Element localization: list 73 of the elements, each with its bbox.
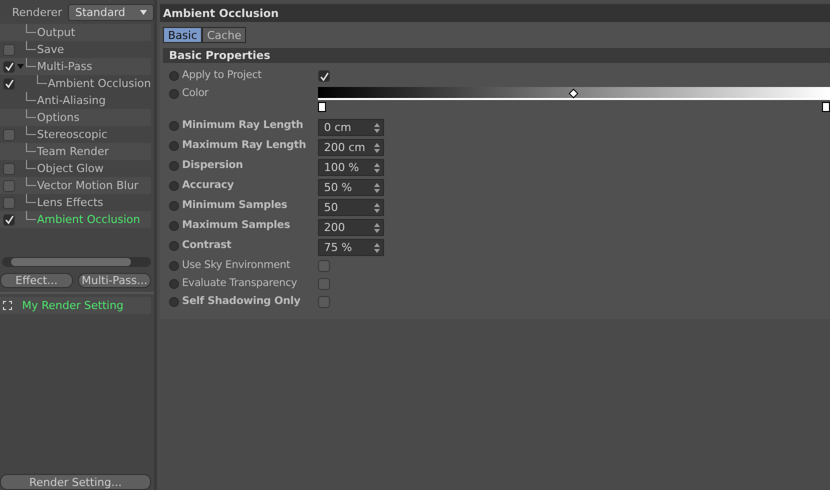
checkbox[interactable]: [3, 196, 15, 208]
number-field[interactable]: 100 %: [318, 159, 384, 176]
property-label: Maximum Ray Length: [182, 139, 307, 151]
property-label: Maximum Samples: [182, 219, 291, 231]
tree-item[interactable]: Lens Effects: [37, 196, 104, 209]
animation-dot-icon[interactable]: [169, 89, 179, 99]
animation-dot-icon[interactable]: [169, 241, 179, 251]
spinner-arrows-icon[interactable]: [374, 182, 380, 192]
animation-dot-icon[interactable]: [169, 279, 179, 289]
property-label: Use Sky Environment: [182, 259, 292, 271]
number-field[interactable]: 0 cm: [318, 119, 384, 136]
tree-item[interactable]: Output: [37, 26, 76, 39]
checkbox[interactable]: [3, 78, 15, 90]
animation-dot-icon[interactable]: [169, 161, 179, 171]
tab[interactable]: Cache: [202, 27, 246, 43]
horizontal-scrollbar[interactable]: [2, 256, 151, 267]
checkbox[interactable]: [3, 214, 15, 226]
checkmark-icon: [320, 72, 328, 80]
panel-button[interactable]: Effect...: [0, 272, 73, 288]
property-label: Minimum Samples: [182, 199, 288, 211]
animation-dot-icon[interactable]: [169, 221, 179, 231]
number-field[interactable]: 75 %: [318, 239, 384, 256]
number-field[interactable]: 200 cm: [318, 139, 384, 156]
render-setting-button[interactable]: Render Setting...: [0, 474, 151, 490]
spinner-arrows-icon[interactable]: [374, 122, 380, 132]
section-header: Basic Properties: [163, 48, 830, 63]
tree-item[interactable]: Save: [37, 43, 64, 56]
property-label: Accuracy: [182, 179, 235, 191]
number-field[interactable]: 50: [318, 199, 384, 216]
checkbox[interactable]: [318, 70, 330, 82]
property-label: Contrast: [182, 239, 232, 251]
spinner-arrows-icon[interactable]: [374, 202, 380, 212]
animation-dot-icon[interactable]: [169, 181, 179, 191]
property-label: Evaluate Transparency: [182, 277, 298, 289]
tree-item[interactable]: Ambient Occlusion: [48, 77, 151, 90]
panel-title: Ambient Occlusion: [160, 4, 830, 22]
spinner-arrows-icon[interactable]: [374, 222, 380, 232]
animation-dot-icon[interactable]: [169, 297, 179, 307]
property-label: Apply to Project: [182, 69, 263, 81]
expand-arrow-icon[interactable]: [17, 62, 25, 70]
checkbox[interactable]: [318, 296, 330, 308]
animation-dot-icon[interactable]: [169, 141, 179, 151]
animation-dot-icon[interactable]: [169, 121, 179, 131]
property-label: Dispersion: [182, 159, 244, 171]
spinner-arrows-icon[interactable]: [374, 142, 380, 152]
spinner-arrows-icon[interactable]: [374, 162, 380, 172]
property-label: Minimum Ray Length: [182, 119, 304, 131]
target-icon[interactable]: [3, 300, 12, 310]
number-field[interactable]: 200: [318, 219, 384, 236]
number-field[interactable]: 50 %: [318, 179, 384, 196]
tab[interactable]: Basic: [163, 27, 202, 43]
property-label: Color: [182, 87, 210, 99]
property-label: Self Shadowing Only: [182, 295, 302, 307]
checkbox[interactable]: [318, 260, 330, 272]
dropdown-arrow-icon: [140, 10, 147, 14]
renderer-dropdown[interactable]: Standard: [68, 4, 154, 20]
tree-item[interactable]: Stereoscopic: [37, 128, 108, 141]
checkbox[interactable]: [318, 278, 330, 290]
tree-item[interactable]: Anti-Aliasing: [37, 94, 106, 107]
checkbox[interactable]: [3, 128, 15, 140]
renderer-label: Renderer: [12, 6, 62, 18]
spinner-arrows-icon[interactable]: [374, 242, 380, 252]
checkbox[interactable]: [3, 44, 15, 56]
panel-button[interactable]: Multi-Pass...: [78, 272, 151, 288]
checkbox[interactable]: [3, 162, 15, 174]
checkmark-icon: [4, 215, 14, 224]
triangle-icon: [17, 64, 24, 68]
tree-item[interactable]: Object Glow: [37, 162, 104, 175]
animation-dot-icon[interactable]: [169, 201, 179, 211]
animation-dot-icon[interactable]: [169, 71, 179, 81]
checkbox[interactable]: [3, 180, 15, 192]
checkbox[interactable]: [3, 60, 15, 72]
animation-dot-icon[interactable]: [169, 261, 179, 271]
